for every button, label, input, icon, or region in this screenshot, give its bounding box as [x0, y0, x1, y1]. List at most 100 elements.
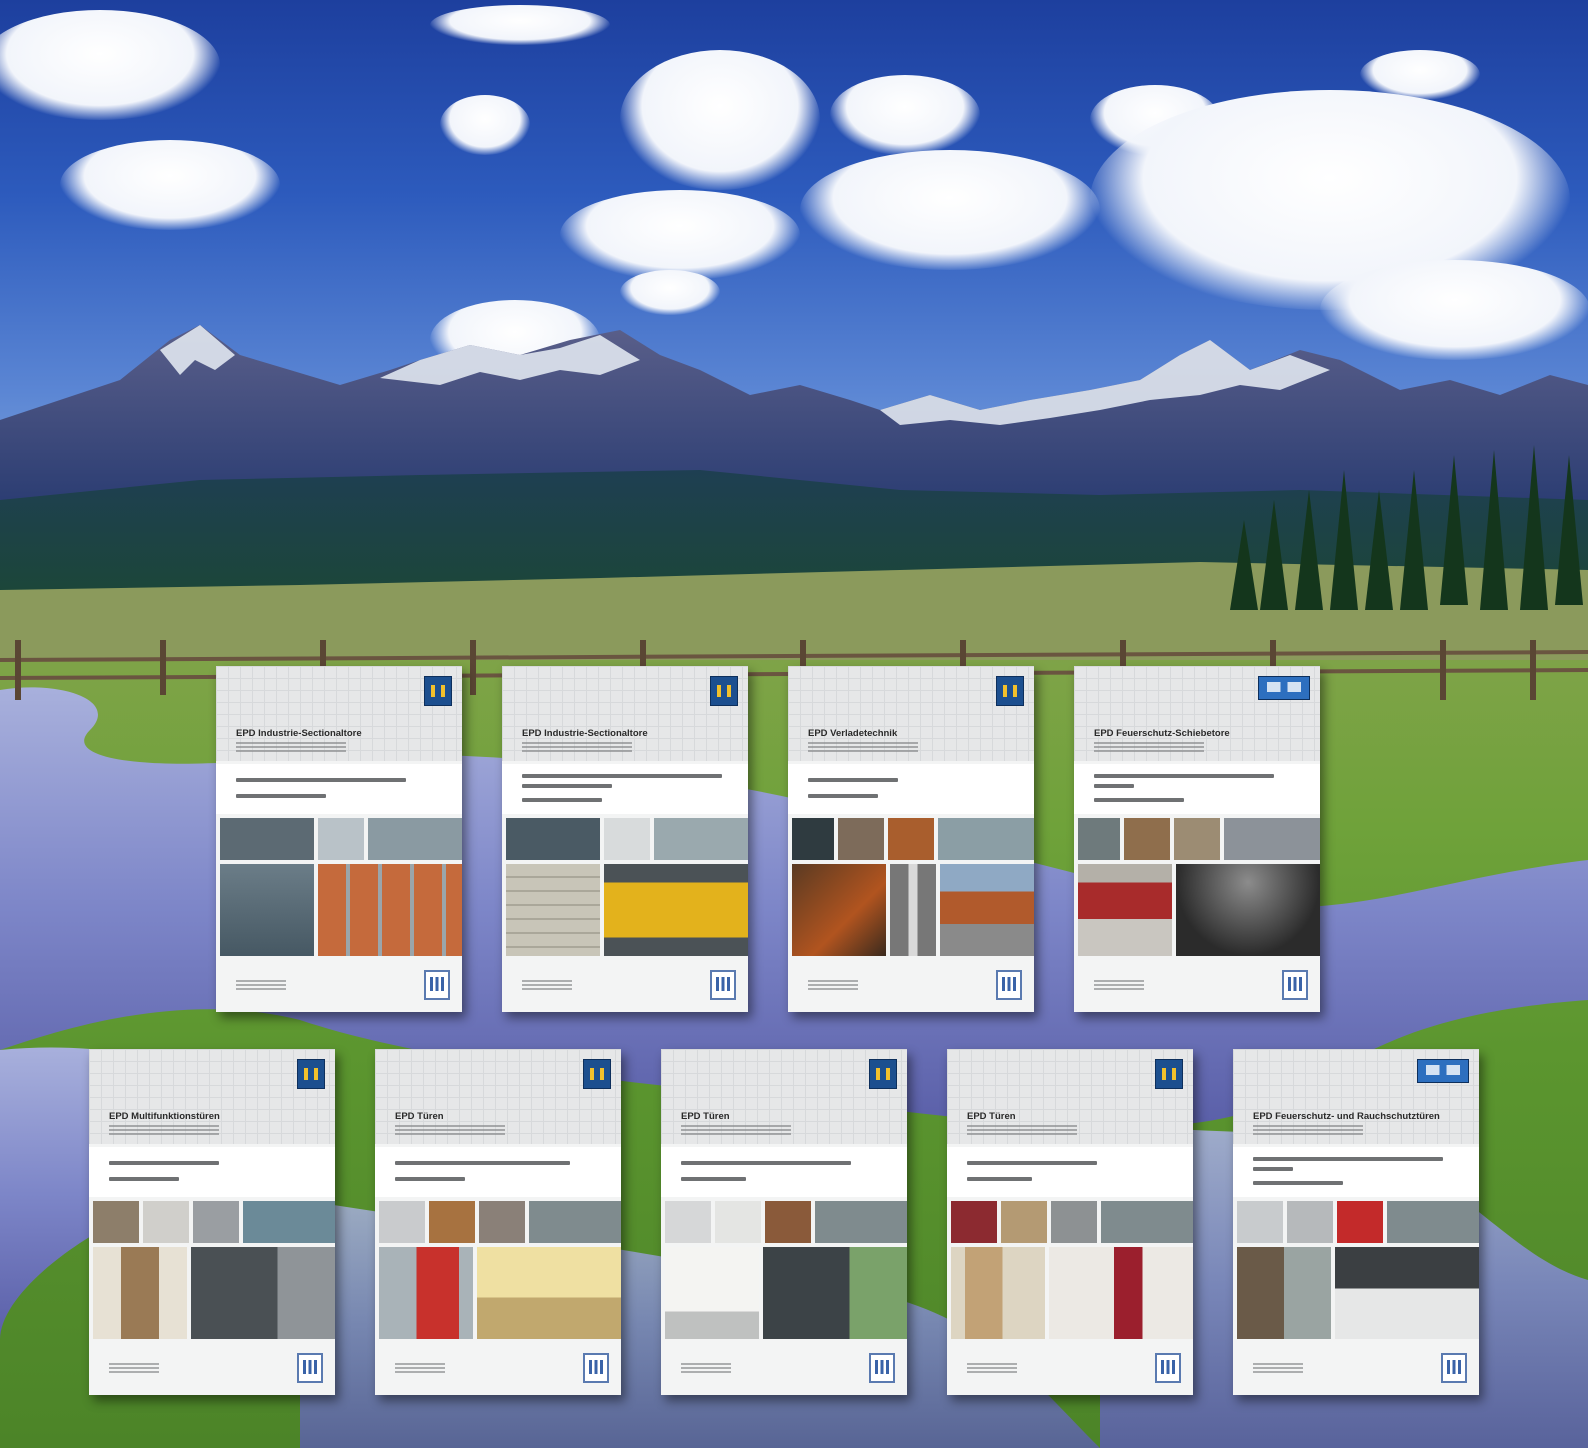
text-line	[522, 798, 602, 802]
footer-lines	[109, 1363, 159, 1375]
description-band	[89, 1147, 335, 1197]
text-line	[1094, 784, 1134, 788]
epd-brochure-cover: EPD Feuerschutz- und Rauchschutztüren	[1233, 1049, 1479, 1395]
text-line	[395, 1161, 570, 1165]
photo-4	[815, 1201, 907, 1243]
photo-1	[220, 818, 314, 860]
photo-6	[1335, 1247, 1479, 1339]
photo-4	[529, 1201, 621, 1243]
description-band	[947, 1147, 1193, 1197]
photo-4	[938, 818, 1034, 860]
photo-2	[1001, 1201, 1047, 1243]
subtitle-lines	[808, 742, 918, 752]
description-band	[216, 764, 462, 814]
text-line	[1094, 798, 1184, 802]
description-band	[1233, 1147, 1479, 1197]
text-line	[1253, 1181, 1343, 1185]
landscape-photo: EPD Industrie-Sectionaltore EPD Industri…	[0, 0, 1588, 1448]
photo-6	[1049, 1247, 1193, 1339]
description-band	[661, 1147, 907, 1197]
photo-3	[479, 1201, 525, 1243]
photo-1	[1078, 818, 1120, 860]
photo-1	[1237, 1201, 1283, 1243]
subtitle-lines	[681, 1125, 791, 1135]
footer-lines	[1094, 980, 1144, 992]
teckentrup-logo-icon	[1258, 676, 1310, 700]
photo-4	[243, 1201, 335, 1243]
hormann-logo-icon	[710, 676, 738, 706]
photo-4	[1387, 1201, 1479, 1243]
brochure-title: EPD Feuerschutz- und Rauchschutztüren	[1253, 1111, 1440, 1122]
epd-brochure-cover: EPD Multifunktionstüren	[89, 1049, 335, 1395]
footer-lines	[681, 1363, 731, 1375]
photo-1	[379, 1201, 425, 1243]
brochure-title: EPD Feuerschutz-Schiebetore	[1094, 728, 1230, 739]
brochure-title: EPD Industrie-Sectionaltore	[236, 728, 362, 739]
photo-4	[1101, 1201, 1193, 1243]
epd-brochure-cover: EPD Industrie-Sectionaltore	[502, 666, 748, 1012]
photo-6	[890, 864, 936, 956]
photo-5	[951, 1247, 1045, 1339]
photo-3	[368, 818, 462, 860]
photo-2	[715, 1201, 761, 1243]
description-band	[1074, 764, 1320, 814]
ift-logo-icon	[424, 970, 450, 1000]
hormann-logo-icon	[869, 1059, 897, 1089]
ift-logo-icon	[1282, 970, 1308, 1000]
brochure-title: EPD Industrie-Sectionaltore	[522, 728, 648, 739]
subtitle-lines	[1253, 1125, 1363, 1135]
footer-lines	[1253, 1363, 1303, 1375]
ift-logo-icon	[996, 970, 1022, 1000]
photo-7	[940, 864, 1034, 956]
subtitle-lines	[395, 1125, 505, 1135]
photo-5	[1078, 864, 1172, 956]
subtitle-lines	[109, 1125, 219, 1135]
ift-logo-icon	[869, 1353, 895, 1383]
ift-logo-icon	[710, 970, 736, 1000]
photo-3	[654, 818, 748, 860]
photo-3	[1174, 818, 1220, 860]
text-line	[1094, 774, 1274, 778]
subtitle-lines	[1094, 742, 1204, 752]
brochure-title: EPD Verladetechnik	[808, 728, 898, 739]
text-line	[236, 778, 406, 782]
text-line	[967, 1161, 1097, 1165]
photo-2	[838, 818, 884, 860]
description-band	[502, 764, 748, 814]
photo-6	[763, 1247, 907, 1339]
footer-lines	[967, 1363, 1017, 1375]
photo-5	[792, 864, 886, 956]
photo-1	[792, 818, 834, 860]
text-line	[681, 1177, 746, 1181]
hormann-logo-icon	[297, 1059, 325, 1089]
text-line	[1253, 1157, 1443, 1161]
footer-lines	[236, 980, 286, 992]
photo-3	[888, 818, 934, 860]
text-line	[1253, 1167, 1293, 1171]
photo-4	[1224, 818, 1320, 860]
brochure-title: EPD Türen	[681, 1111, 730, 1122]
text-line	[808, 794, 878, 798]
photo-1	[506, 818, 600, 860]
subtitle-lines	[522, 742, 632, 752]
text-line	[681, 1161, 851, 1165]
epd-brochure-cover: EPD Industrie-Sectionaltore	[216, 666, 462, 1012]
photo-3	[1337, 1201, 1383, 1243]
ift-logo-icon	[1155, 1353, 1181, 1383]
ift-logo-icon	[297, 1353, 323, 1383]
photo-5	[93, 1247, 187, 1339]
photo-1	[665, 1201, 711, 1243]
epd-brochure-cover: EPD Feuerschutz-Schiebetore	[1074, 666, 1320, 1012]
teckentrup-logo-icon	[1417, 1059, 1469, 1083]
brochure-title: EPD Türen	[967, 1111, 1016, 1122]
photo-4	[506, 864, 600, 956]
hormann-logo-icon	[1155, 1059, 1183, 1089]
text-line	[967, 1177, 1032, 1181]
photo-3	[765, 1201, 811, 1243]
photo-5	[665, 1247, 759, 1339]
hormann-logo-icon	[996, 676, 1024, 706]
photo-6	[191, 1247, 335, 1339]
brochure-title: EPD Türen	[395, 1111, 444, 1122]
hormann-logo-icon	[424, 676, 452, 706]
epd-brochure-cover: EPD Verladetechnik	[788, 666, 1034, 1012]
